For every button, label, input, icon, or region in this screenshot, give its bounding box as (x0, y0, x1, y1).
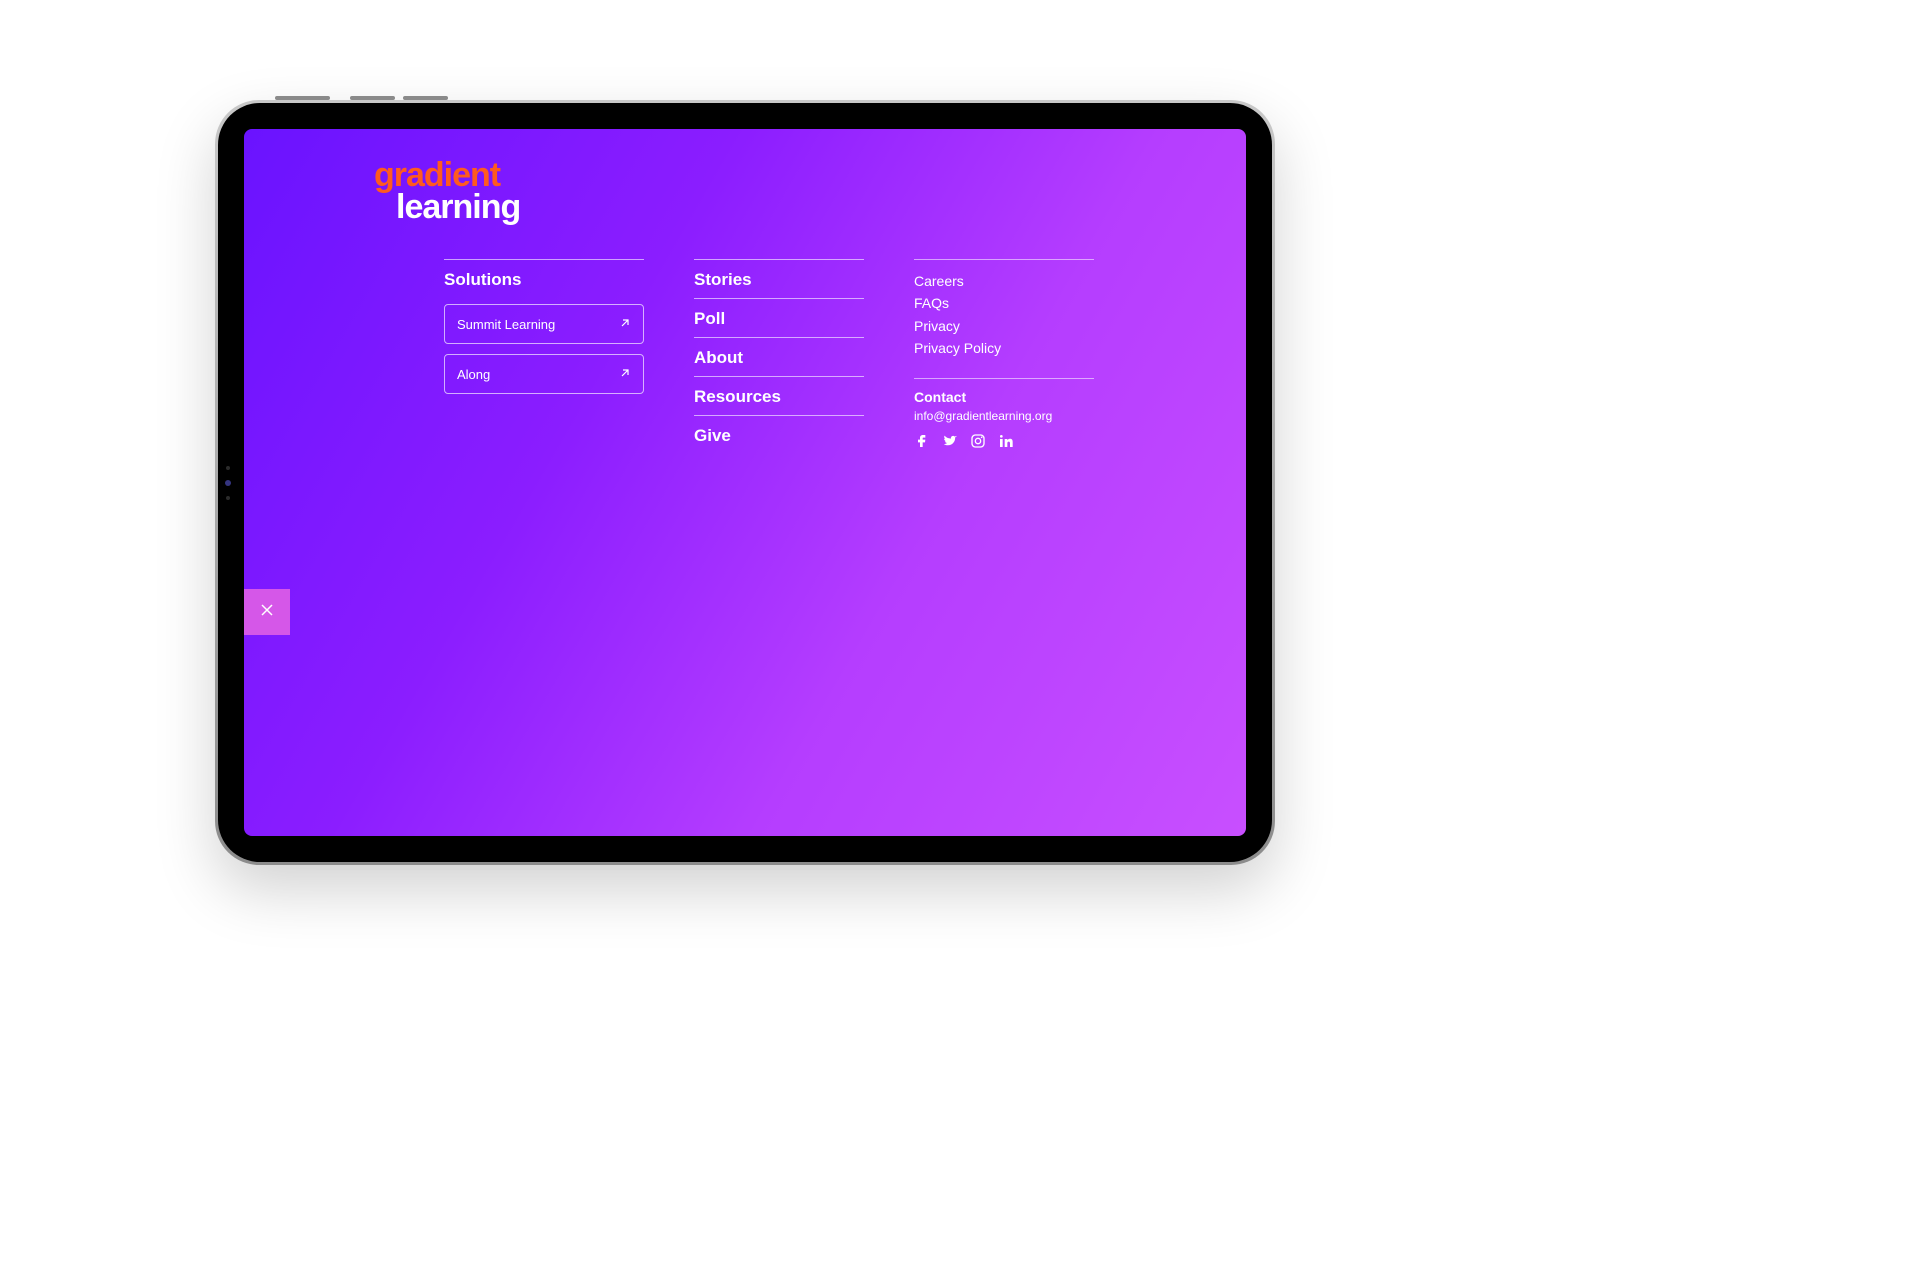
nav-give[interactable]: Give (694, 415, 864, 454)
nav-about[interactable]: About (694, 337, 864, 376)
nav-poll[interactable]: Poll (694, 298, 864, 337)
link-privacy-policy[interactable]: Privacy Policy (914, 337, 1094, 359)
stage: gradient learning Solutions Summit Learn… (0, 0, 1920, 1280)
nav-resources[interactable]: Resources (694, 376, 864, 415)
instagram-icon[interactable] (970, 433, 986, 454)
tablet-bezel: gradient learning Solutions Summit Learn… (218, 103, 1272, 862)
nav-columns: Solutions Summit Learning Along (444, 259, 1094, 454)
tablet-frame: gradient learning Solutions Summit Learn… (215, 100, 1275, 865)
arrow-up-right-icon (619, 317, 631, 332)
linkedin-icon[interactable] (998, 433, 1014, 454)
volume-down-button (403, 96, 448, 100)
close-menu-button[interactable] (244, 589, 290, 635)
sensor-dots (226, 466, 231, 500)
contact-email[interactable]: info@gradientlearning.org (914, 409, 1094, 423)
social-icons (914, 433, 1094, 454)
along-label: Along (457, 367, 490, 382)
logo-word-2: learning (374, 191, 520, 223)
link-privacy[interactable]: Privacy (914, 315, 1094, 337)
twitter-icon[interactable] (942, 433, 958, 454)
secondary-column: Careers FAQs Privacy Privacy Policy Cont… (914, 259, 1094, 454)
volume-up-button (350, 96, 395, 100)
close-icon (259, 602, 275, 623)
nav-stories[interactable]: Stories (694, 259, 864, 298)
arrow-up-right-icon (619, 367, 631, 382)
link-faqs[interactable]: FAQs (914, 292, 1094, 314)
contact-heading: Contact (914, 378, 1094, 405)
solutions-heading[interactable]: Solutions (444, 259, 644, 290)
main-nav-column: Stories Poll About Resources Give (694, 259, 864, 454)
power-button (275, 96, 330, 100)
facebook-icon[interactable] (914, 433, 930, 454)
summit-learning-label: Summit Learning (457, 317, 555, 332)
link-careers[interactable]: Careers (914, 270, 1094, 292)
solutions-column: Solutions Summit Learning Along (444, 259, 644, 454)
brand-logo[interactable]: gradient learning (374, 159, 520, 224)
along-button[interactable]: Along (444, 354, 644, 394)
screen: gradient learning Solutions Summit Learn… (244, 129, 1246, 836)
menu-overlay: gradient learning Solutions Summit Learn… (244, 129, 1246, 836)
summit-learning-button[interactable]: Summit Learning (444, 304, 644, 344)
